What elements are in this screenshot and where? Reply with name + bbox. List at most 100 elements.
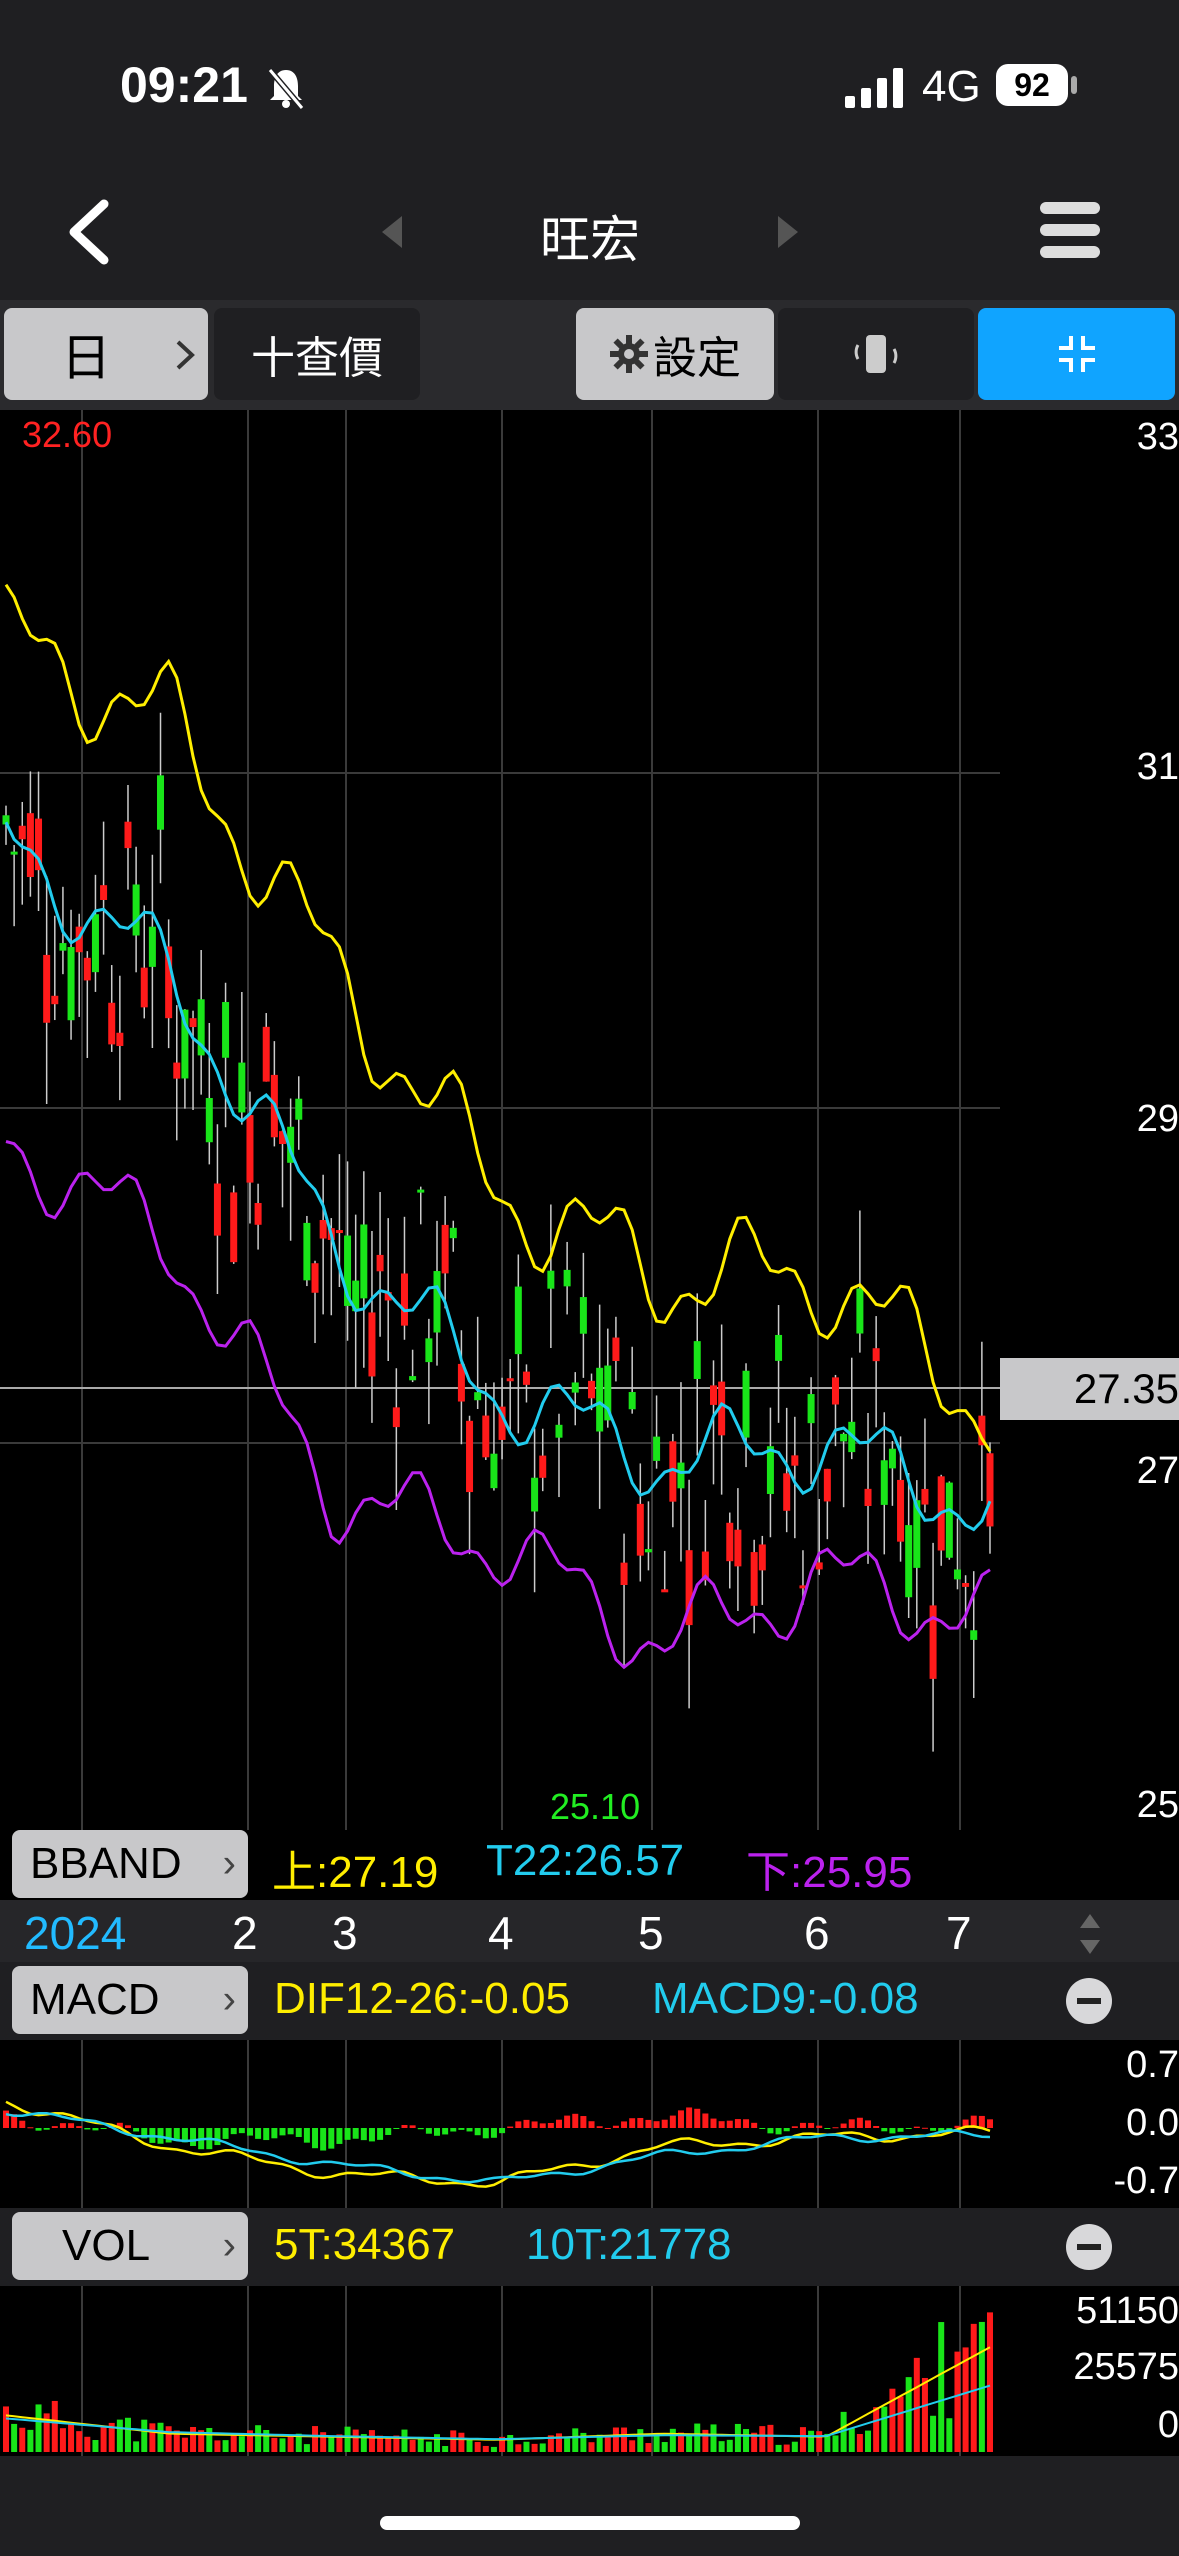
candle-body <box>213 1183 221 1236</box>
macd-histogram-bar <box>59 2123 66 2128</box>
resize-handle-icon[interactable] <box>1078 1912 1102 1956</box>
query-price-button[interactable]: 十查價 <box>214 308 420 400</box>
volume-bar <box>686 2435 693 2452</box>
macd-histogram-bar <box>499 2128 506 2134</box>
volume-bar <box>962 2347 969 2452</box>
candle-body <box>335 1230 343 1234</box>
candle-body <box>400 1273 408 1326</box>
volume-bar <box>474 2441 481 2452</box>
period-selector-button[interactable]: 日 <box>4 308 208 400</box>
macd-histogram-bar <box>238 2128 245 2134</box>
candle-body <box>872 1348 880 1362</box>
macd-histogram-bar <box>905 2128 912 2129</box>
macd-histogram-bar <box>417 2128 424 2130</box>
candle-body <box>644 1549 652 1553</box>
macd-histogram-bar <box>92 2128 99 2131</box>
macd-histogram-bar <box>759 2128 766 2129</box>
remove-macd-icon[interactable] <box>1066 1978 1112 2024</box>
macd-histogram-bar <box>523 2119 530 2128</box>
network-type: 4G <box>922 62 981 111</box>
candle-body <box>815 1562 823 1570</box>
menu-icon[interactable] <box>1040 198 1100 262</box>
volume-bar <box>466 2439 473 2452</box>
battery-tip-icon <box>1071 76 1077 94</box>
volume-bar <box>734 2423 741 2452</box>
volume-bar <box>482 2445 489 2452</box>
candle-body <box>783 1473 791 1511</box>
macd-histogram-bar <box>35 2128 42 2131</box>
candle-body <box>905 1525 913 1598</box>
macd-histogram-bar <box>336 2128 343 2144</box>
next-stock-icon[interactable] <box>776 214 800 250</box>
volume-bar <box>59 2428 66 2452</box>
macd-histogram-bar <box>799 2122 806 2128</box>
macd-histogram-bar <box>328 2128 335 2149</box>
candle-body <box>677 1462 685 1489</box>
candle-body <box>238 1062 246 1113</box>
back-icon[interactable] <box>62 196 114 268</box>
volume-bar <box>702 2429 709 2452</box>
prev-stock-icon[interactable] <box>380 214 404 250</box>
macd-histogram-bar <box>393 2128 400 2129</box>
volume-bar <box>564 2438 571 2452</box>
volume-bar <box>718 2441 725 2452</box>
volume-bar <box>873 2407 880 2452</box>
vol-selector-button[interactable]: VOL › <box>12 2212 248 2280</box>
volume-bar <box>157 2422 164 2452</box>
collapse-button[interactable] <box>978 308 1175 400</box>
macd-histogram-bar <box>897 2128 904 2132</box>
macd-histogram-bar <box>165 2128 172 2143</box>
candle-body <box>970 1630 978 1640</box>
macd-histogram-bar <box>344 2128 351 2140</box>
volume-bar <box>328 2436 335 2452</box>
macd-chart[interactable] <box>0 2040 1000 2208</box>
candle-body <box>962 1583 970 1587</box>
volume-bar <box>848 2428 855 2452</box>
candle-body <box>67 947 75 1021</box>
volume-grid <box>81 2286 961 2456</box>
candle-body <box>636 1503 644 1556</box>
period-label: 日 <box>61 330 111 386</box>
candle-body <box>506 1378 514 1382</box>
candle-body <box>661 1589 669 1593</box>
macd-selector-button[interactable]: MACD › <box>12 1966 248 2034</box>
candle-body <box>864 1488 872 1506</box>
status-bar: 09:21 4G 92 <box>0 0 1179 170</box>
remove-vol-icon[interactable] <box>1066 2224 1112 2270</box>
settings-button[interactable]: 設定 <box>576 308 774 400</box>
macd-histogram-bar <box>775 2128 782 2135</box>
query-price-label: 十查價 <box>251 334 383 383</box>
volume-bar <box>970 2323 977 2452</box>
status-time: 09:21 <box>120 57 248 113</box>
volume-bar <box>442 2446 449 2452</box>
volume-bar <box>76 2431 83 2452</box>
chevron-right-icon: › <box>222 2223 236 2268</box>
macd-histogram-bar <box>694 2108 701 2128</box>
volume-bar <box>434 2434 441 2452</box>
candle-body <box>59 943 67 951</box>
macd-histogram-bar <box>385 2128 392 2135</box>
volume-bar <box>637 2429 644 2452</box>
macd-histogram-bar <box>832 2127 839 2129</box>
macd-histogram-bar <box>133 2128 140 2132</box>
macd-histogram-bar <box>222 2128 229 2139</box>
month-5: 5 <box>638 1907 664 1959</box>
volume-chart[interactable] <box>0 2286 1000 2456</box>
candle-body <box>100 885 108 900</box>
volume-bar <box>124 2417 131 2452</box>
macd-histogram-bar <box>686 2107 693 2128</box>
volume-bar <box>645 2443 652 2452</box>
macd-histogram <box>3 2107 993 2151</box>
rotate-button[interactable] <box>778 308 974 400</box>
vol-5t-value: 5T:34367 <box>274 2220 456 2269</box>
bband-selector-button[interactable]: BBAND › <box>12 1830 248 1898</box>
macd-histogram-bar <box>921 2127 928 2129</box>
macd-histogram-bar <box>19 2120 26 2128</box>
price-chart[interactable] <box>0 410 1000 1830</box>
macd-histogram-bar <box>604 2127 611 2129</box>
volume-bar <box>230 2433 237 2452</box>
volume-bar <box>523 2441 530 2452</box>
candle-body <box>653 1436 661 1461</box>
macd-histogram-bar <box>734 2119 741 2128</box>
candle-body <box>710 1385 718 1405</box>
